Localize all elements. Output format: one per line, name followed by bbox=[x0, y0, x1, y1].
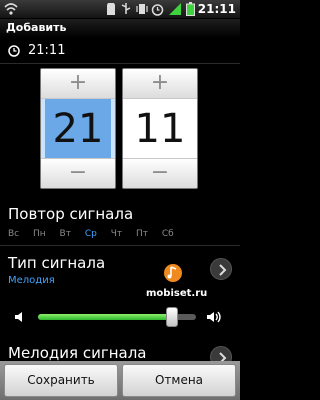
battery-icon bbox=[186, 2, 195, 16]
volume-thumb[interactable] bbox=[166, 307, 179, 327]
melody-icon bbox=[164, 264, 182, 282]
day-fri: Пт bbox=[136, 229, 149, 239]
alarm-type-value: Мелодия bbox=[8, 275, 55, 286]
alarm-type-setting[interactable]: Тип сигнала Мелодия mobiset.ru bbox=[0, 252, 240, 299]
status-time: 21:11 bbox=[197, 2, 236, 16]
cancel-button[interactable]: Отмена bbox=[122, 364, 236, 397]
melody-label: Мелодия сигнала bbox=[8, 344, 147, 362]
hour-picker: + 21 − bbox=[40, 68, 116, 189]
usb-icon bbox=[121, 3, 131, 14]
watermark-text: mobiset.ru bbox=[146, 288, 208, 299]
day-sat: Сб bbox=[161, 229, 174, 239]
repeat-days: Вс Пн Вт Ср Чт Пт Сб bbox=[8, 229, 185, 239]
day-sun: Вс bbox=[8, 229, 20, 239]
minute-value[interactable]: 11 bbox=[123, 99, 197, 160]
bottom-button-bar: Сохранить Отмена bbox=[0, 361, 240, 400]
repeat-setting[interactable]: Повтор сигнала Вс Пн Вт Ср Чт Пт Сб bbox=[0, 198, 240, 246]
volume-high-icon bbox=[207, 311, 221, 323]
volume-fill bbox=[38, 314, 173, 320]
alarm-type-chevron-button[interactable] bbox=[210, 258, 232, 280]
wifi-icon bbox=[4, 3, 18, 15]
minute-decrement-button[interactable]: − bbox=[123, 158, 197, 188]
volume-low-icon bbox=[15, 312, 22, 322]
day-tue: Вт bbox=[59, 229, 71, 239]
minute-picker: + 11 − bbox=[122, 68, 198, 189]
alarm-type-label: Тип сигнала bbox=[8, 254, 106, 272]
sd-card-icon bbox=[107, 3, 115, 15]
hour-value[interactable]: 21 bbox=[41, 99, 115, 160]
day-wed: Ср bbox=[84, 229, 97, 239]
alarm-time-row: 21:11 bbox=[0, 38, 240, 64]
dialog-title-bar: Добавить bbox=[0, 19, 240, 38]
volume-slider[interactable] bbox=[38, 307, 196, 327]
signal-icon bbox=[169, 3, 181, 15]
dialog-title: Добавить bbox=[6, 21, 67, 34]
volume-control bbox=[0, 302, 240, 332]
status-bar: 21:11 bbox=[0, 0, 240, 19]
minute-increment-button[interactable]: + bbox=[123, 69, 197, 99]
vibrate-icon bbox=[136, 4, 148, 14]
alarm-icon bbox=[151, 4, 164, 16]
day-thu: Чт bbox=[110, 229, 123, 239]
repeat-label: Повтор сигнала bbox=[8, 205, 134, 223]
save-button[interactable]: Сохранить bbox=[4, 364, 118, 397]
hour-decrement-button[interactable]: − bbox=[41, 158, 115, 188]
hour-increment-button[interactable]: + bbox=[41, 69, 115, 99]
day-mon: Пн bbox=[33, 229, 46, 239]
clock-icon bbox=[8, 45, 20, 57]
chevron-right-icon bbox=[219, 264, 227, 276]
alarm-time-text: 21:11 bbox=[28, 43, 66, 58]
